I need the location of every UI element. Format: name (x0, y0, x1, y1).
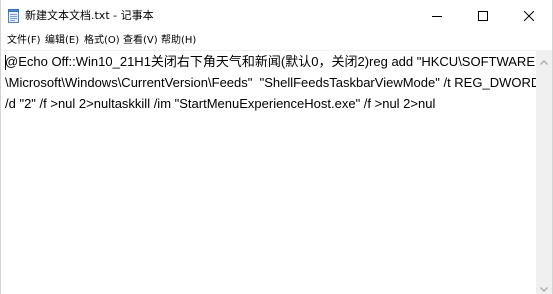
close-icon (524, 10, 534, 21)
menu-bar: 文件(F) 编辑(E) 格式(O) 查看(V) 帮助(H) (1, 31, 552, 51)
menu-help[interactable]: 帮助(H) (159, 34, 198, 47)
minimize-icon (432, 11, 442, 21)
menu-format[interactable]: 格式(O) (82, 34, 122, 47)
maximize-button[interactable] (460, 0, 506, 31)
editor-content[interactable]: @Echo Off::Win10_21H1关闭右下角天气和新闻(默认0，关闭2)… (5, 51, 541, 114)
menu-edit[interactable]: 编辑(E) (43, 34, 81, 47)
editor-line: @Echo Off::Win10_21H1关闭右下角天气和新闻(默认0，关闭2)… (5, 54, 535, 69)
maximize-icon (478, 10, 488, 21)
minimize-button[interactable] (414, 0, 460, 31)
vertical-scrollbar[interactable] (536, 51, 552, 294)
chevron-up-icon (540, 50, 548, 69)
notepad-icon[interactable] (8, 8, 19, 23)
notepad-window: 新建文本文档.txt - 记事本 文件(F) 编辑(E) 格式(O) 查看(V)… (0, 0, 553, 294)
menu-view[interactable]: 查看(V) (121, 34, 160, 47)
text-editor[interactable]: @Echo Off::Win10_21H1关闭右下角天气和新闻(默认0，关闭2)… (1, 51, 541, 294)
chevron-down-icon (540, 277, 548, 294)
editor-line: /d "2" /f >nul 2>nultaskkill /im "StartM… (5, 96, 436, 111)
scroll-down-button[interactable] (536, 278, 552, 294)
window-title: 新建文本文档.txt - 记事本 (25, 9, 154, 22)
scroll-up-button[interactable] (536, 51, 552, 67)
editor-line: \Microsoft\Windows\CurrentVersion\Feeds"… (5, 75, 541, 90)
title-bar[interactable]: 新建文本文档.txt - 记事本 (1, 0, 552, 31)
close-button[interactable] (506, 0, 552, 31)
menu-file[interactable]: 文件(F) (5, 34, 43, 47)
text-caret (5, 55, 6, 70)
